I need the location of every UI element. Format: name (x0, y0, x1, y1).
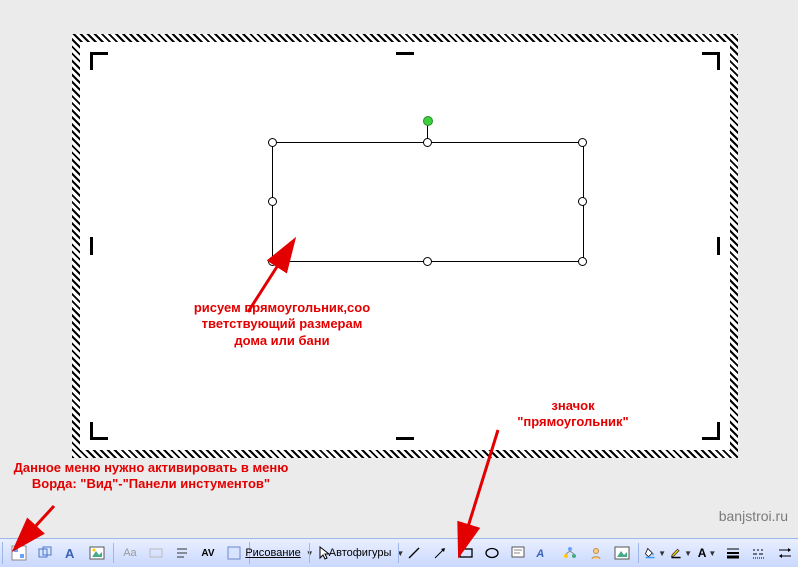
resize-handle[interactable] (578, 138, 587, 147)
resize-handle[interactable] (578, 257, 587, 266)
resize-handle[interactable] (423, 257, 432, 266)
chevron-down-icon: ▼ (708, 549, 716, 558)
insert-diagram-button[interactable] (7, 541, 31, 565)
chevron-down-icon: ▼ (658, 549, 666, 558)
crop-mark (396, 437, 414, 440)
char-spacing-button[interactable]: AV (196, 541, 220, 565)
svg-text:A: A (536, 548, 545, 560)
aa-label: Aa (123, 547, 136, 559)
group-button[interactable] (33, 541, 57, 565)
chevron-down-icon: ▼ (684, 549, 692, 558)
drawing-toolbar: A Aa AV Рисование▼ Автофигуры▼ A ▼ ▼ A▼ (0, 538, 798, 567)
font-color-button[interactable]: A▼ (695, 541, 719, 565)
wordart-a-button[interactable]: A (59, 541, 83, 565)
toolbar-separator (398, 543, 399, 563)
autoshapes-label: Автофигуры (329, 547, 392, 559)
insert-image-button[interactable] (610, 541, 634, 565)
annotation-rect-label: рисуем прямоугольник,соо тветствующий ра… (192, 300, 372, 349)
crop-mark (396, 52, 414, 55)
dash-style-button[interactable] (747, 541, 771, 565)
toolbar-separator (309, 543, 310, 563)
drawing-menu-button[interactable]: Рисование▼ (254, 541, 304, 565)
rectangle-shape[interactable] (272, 142, 584, 262)
resize-handle[interactable] (423, 138, 432, 147)
clipart-button[interactable] (584, 541, 608, 565)
resize-handle[interactable] (268, 138, 277, 147)
annotation-menu-note: Данное меню нужно активировать в меню Во… (6, 460, 296, 493)
drawing-menu-label: Рисование (245, 547, 300, 559)
rotation-handle[interactable] (423, 116, 433, 126)
annotation-icon-label: значок "прямоугольник" (498, 398, 648, 431)
toolbar-separator (638, 543, 639, 563)
wordart-button[interactable]: A (532, 541, 556, 565)
watermark: banjstroi.ru (719, 508, 788, 524)
crop-mark (90, 422, 108, 440)
crop-mark (702, 52, 720, 70)
text-aa-button: Aa (118, 541, 142, 565)
line-style-button[interactable] (721, 541, 745, 565)
align-text-button[interactable] (170, 541, 194, 565)
rectangle-tool-button[interactable] (454, 541, 478, 565)
resize-handle[interactable] (578, 197, 587, 206)
crop-mark (90, 52, 108, 70)
oval-tool-button[interactable] (480, 541, 504, 565)
av-label: AV (201, 548, 214, 559)
autoshapes-menu-button[interactable]: Автофигуры▼ (339, 541, 394, 565)
font-color-a: A (698, 546, 707, 560)
toolbar-grip[interactable] (2, 542, 4, 564)
crop-mark (90, 237, 93, 255)
resize-handle[interactable] (268, 257, 277, 266)
line-color-button[interactable]: ▼ (669, 541, 693, 565)
text-box-button[interactable] (222, 541, 246, 565)
drawing-canvas[interactable] (80, 42, 730, 450)
line-tool-button[interactable] (402, 541, 426, 565)
fill-color-button[interactable]: ▼ (643, 541, 667, 565)
toolbar-separator (113, 543, 114, 563)
text-effects-icon (144, 541, 168, 565)
arrow-tool-button[interactable] (428, 541, 452, 565)
arrow-style-button[interactable] (773, 541, 797, 565)
resize-handle[interactable] (268, 197, 277, 206)
crop-mark (702, 422, 720, 440)
crop-mark (717, 237, 720, 255)
diagram-button[interactable] (558, 541, 582, 565)
insert-picture-button[interactable] (85, 541, 109, 565)
svg-text:A: A (65, 546, 75, 561)
textbox-tool-button[interactable] (506, 541, 530, 565)
